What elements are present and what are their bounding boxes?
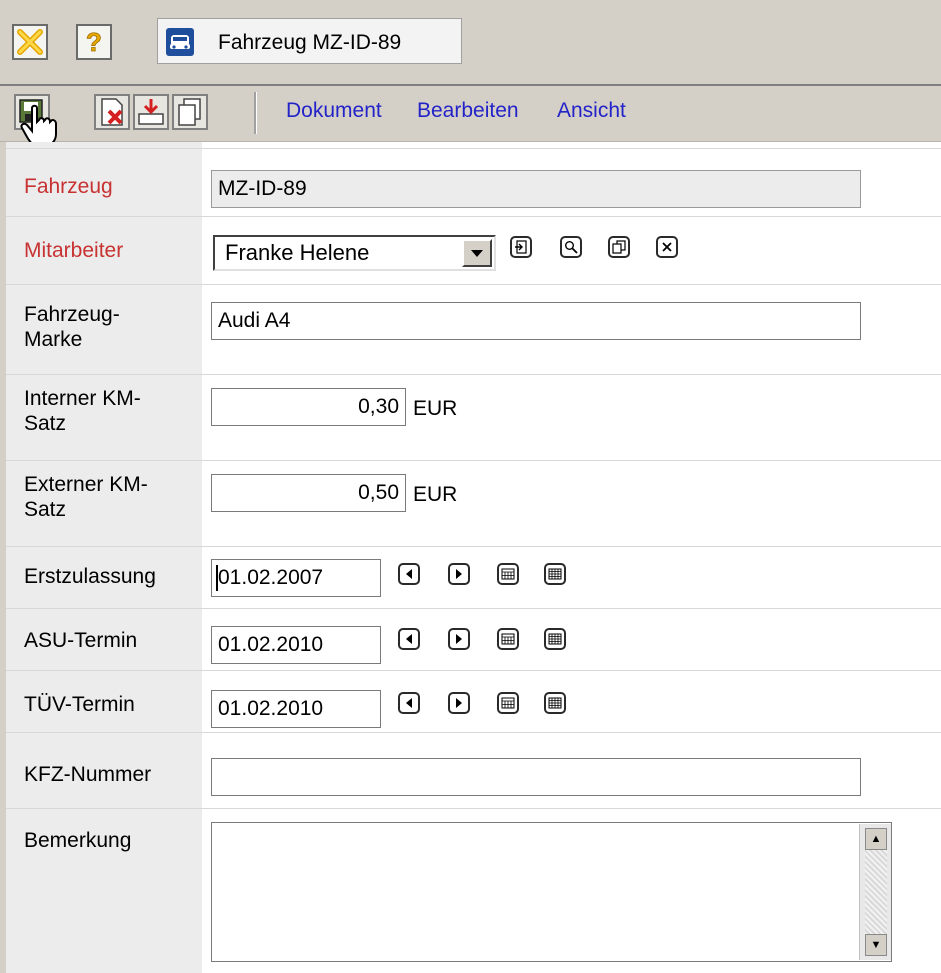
prev-date-icon[interactable] — [398, 692, 420, 714]
erstzulassung-field[interactable]: 01.02.2007 — [211, 559, 381, 597]
calendar-icon[interactable] — [497, 628, 519, 650]
menu-dokument[interactable]: Dokument — [286, 99, 382, 123]
fahrzeug-label: Fahrzeug — [24, 175, 113, 198]
mitarbeiter-select[interactable]: Franke Helene — [213, 235, 496, 271]
asu-termin-label: ASU-Termin — [24, 629, 138, 652]
toolbar: Dokument Bearbeiten Ansicht — [0, 86, 941, 147]
help-icon[interactable]: ? — [76, 24, 112, 60]
copy-icon[interactable] — [172, 94, 208, 130]
row-divider — [6, 284, 941, 285]
calendar-icon[interactable] — [497, 563, 519, 585]
row-divider — [6, 808, 941, 809]
calendar-popup-icon[interactable] — [544, 692, 566, 714]
mitarbeiter-label: Mitarbeiter — [24, 239, 124, 262]
tuev-termin-field[interactable]: 01.02.2010 — [211, 690, 381, 728]
calendar-icon[interactable] — [497, 692, 519, 714]
export-icon[interactable] — [133, 94, 169, 130]
asu-termin-field[interactable]: 01.02.2010 — [211, 626, 381, 664]
scroll-down-icon[interactable]: ▼ — [865, 934, 887, 956]
marke-label: Fahrzeug- Marke — [24, 303, 120, 351]
title-bar: ? Fahrzeug MZ-ID-89 — [0, 0, 941, 86]
next-date-icon[interactable] — [448, 563, 470, 585]
tab-fahrzeug[interactable]: Fahrzeug MZ-ID-89 — [157, 18, 462, 64]
next-date-icon[interactable] — [448, 692, 470, 714]
row-divider — [6, 546, 941, 547]
delete-document-icon[interactable] — [94, 94, 130, 130]
calendar-popup-icon[interactable] — [544, 563, 566, 585]
kfz-nummer-label: KFZ-Nummer — [24, 763, 152, 786]
marke-field[interactable]: Audi A4 — [211, 302, 861, 340]
calendar-popup-icon[interactable] — [544, 628, 566, 650]
search-icon[interactable] — [560, 236, 582, 258]
next-date-icon[interactable] — [448, 628, 470, 650]
externer-km-satz-label: Externer KM- Satz — [24, 473, 148, 521]
row-divider — [6, 374, 941, 375]
copy-small-icon[interactable] — [608, 236, 630, 258]
prev-date-icon[interactable] — [398, 563, 420, 585]
menu-bearbeiten[interactable]: Bearbeiten — [417, 99, 519, 123]
row-divider — [6, 732, 941, 733]
kfz-nummer-field[interactable] — [211, 758, 861, 796]
scroll-up-icon[interactable]: ▲ — [865, 828, 887, 850]
bemerkung-scrollbar[interactable]: ▲ ▼ — [859, 824, 891, 960]
interner-km-satz-unit: EUR — [413, 397, 458, 420]
mitarbeiter-value: Franke Helene — [225, 240, 370, 265]
fahrzeug-field: MZ-ID-89 — [211, 170, 861, 208]
car-icon — [166, 28, 194, 56]
close-icon[interactable] — [12, 24, 48, 60]
toolbar-separator — [254, 92, 257, 134]
interner-km-satz-field[interactable]: 0,30 — [211, 388, 406, 426]
externer-km-satz-field[interactable]: 0,50 — [211, 474, 406, 512]
tuev-termin-label: TÜV-Termin — [24, 693, 135, 716]
open-link-icon[interactable] — [510, 236, 532, 258]
externer-km-satz-unit: EUR — [413, 483, 458, 506]
row-divider — [6, 460, 941, 461]
row-divider — [6, 148, 941, 149]
prev-date-icon[interactable] — [398, 628, 420, 650]
bemerkung-textarea[interactable] — [211, 822, 892, 962]
erstzulassung-label: Erstzulassung — [24, 565, 156, 588]
interner-km-satz-label: Interner KM- Satz — [24, 387, 141, 435]
row-divider — [6, 670, 941, 671]
bemerkung-label: Bemerkung — [24, 829, 132, 852]
row-divider — [6, 608, 941, 609]
chevron-down-icon[interactable] — [462, 239, 492, 267]
tab-title: Fahrzeug MZ-ID-89 — [218, 31, 402, 54]
clear-icon[interactable] — [656, 236, 678, 258]
svg-text:?: ? — [86, 28, 102, 56]
row-divider — [6, 216, 941, 217]
scroll-track[interactable] — [865, 850, 887, 934]
menu-ansicht[interactable]: Ansicht — [557, 99, 626, 123]
text-cursor — [216, 565, 218, 591]
